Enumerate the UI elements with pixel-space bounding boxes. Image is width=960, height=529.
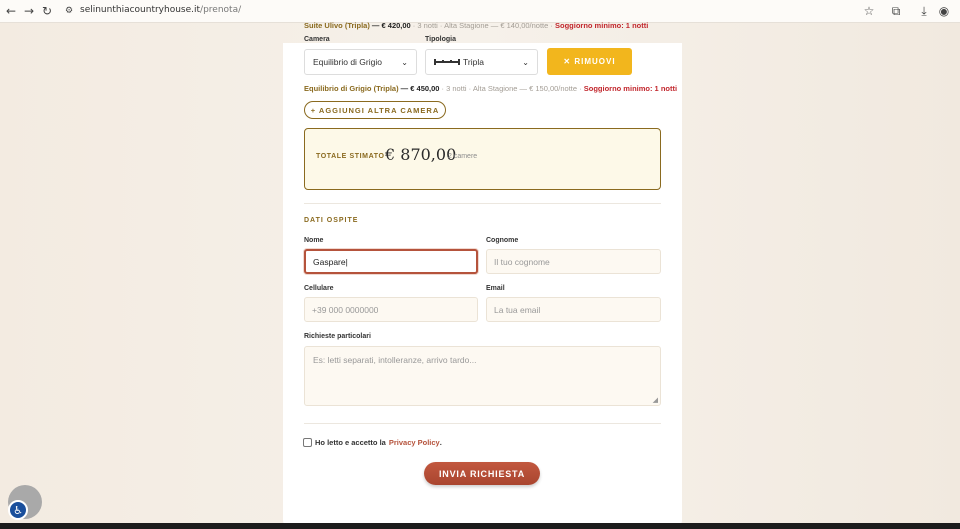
- cellulare-label: Cellulare: [304, 285, 334, 292]
- guest-section-title: DATI OSPITE: [304, 217, 359, 224]
- back-arrow-icon[interactable]: ←: [4, 4, 18, 18]
- divider: [304, 203, 661, 204]
- email-label: Email: [486, 285, 505, 292]
- bookmark-star-icon[interactable]: ☆: [862, 4, 876, 18]
- forward-arrow-icon[interactable]: →: [22, 4, 36, 18]
- browser-toolbar: ← → ↻ ⚙ selinunthiacountryhouse.it/preno…: [0, 0, 960, 23]
- submit-request-button[interactable]: INVIA RICHIESTA: [424, 462, 540, 485]
- chevron-down-icon: ⌄: [522, 57, 529, 67]
- url-domain: selinunthiacountryhouse.it: [80, 5, 201, 15]
- nome-label: Nome: [304, 237, 324, 244]
- richieste-placeholder: Es: letti separati, intolleranze, arrivo…: [313, 355, 477, 365]
- tipologia-select[interactable]: Tripla ⌄: [425, 49, 538, 75]
- extensions-icon[interactable]: ⧉: [889, 4, 903, 18]
- nome-input[interactable]: Gaspare |: [304, 249, 478, 274]
- camera-select-value: Equilibrio di Grigio: [313, 57, 382, 67]
- privacy-end: .: [439, 438, 442, 447]
- tipologia-select-content: Tripla: [434, 57, 484, 67]
- room-count: 2 camere: [448, 153, 478, 160]
- privacy-checkbox[interactable]: [303, 438, 312, 447]
- add-room-button[interactable]: + AGGIUNGI ALTRA CAMERA: [304, 101, 446, 119]
- remove-room-button[interactable]: ✕ RIMUOVI: [547, 48, 632, 75]
- download-icon[interactable]: ⤓: [917, 4, 931, 18]
- nome-input-value: Gaspare: [313, 256, 346, 267]
- chevron-down-icon: ⌄: [401, 57, 408, 67]
- page-background: [0, 23, 960, 528]
- text-cursor: |: [345, 256, 348, 267]
- tipologia-select-value: Tripla: [463, 57, 484, 67]
- cellulare-input[interactable]: +39 000 0000000: [304, 297, 478, 322]
- profile-icon[interactable]: ◉: [937, 4, 951, 18]
- bed-icon: [434, 59, 460, 65]
- room-nights: · 3 notti · Alta Stagione — € 150,00/not…: [439, 84, 584, 93]
- room-summary-line-1: Suite Ulivo (Tripla) — € 420,00 · 3 nott…: [304, 21, 648, 30]
- min-stay: Soggiorno minimo: 1 notti: [554, 21, 649, 30]
- cognome-input[interactable]: Il tuo cognome: [486, 249, 661, 274]
- privacy-policy-link[interactable]: Privacy Policy: [389, 438, 440, 447]
- tipologia-label: Tipologia: [425, 36, 456, 43]
- camera-label: Camera: [304, 36, 330, 43]
- email-input[interactable]: La tua email: [486, 297, 661, 322]
- min-stay: Soggiorno minimo: 1 notti: [583, 84, 678, 93]
- richieste-textarea[interactable]: Es: letti separati, intolleranze, arrivo…: [304, 346, 661, 406]
- privacy-consent: Ho letto e accetto la Privacy Policy.: [303, 438, 442, 447]
- camera-select[interactable]: Equilibrio di Grigio ⌄: [304, 49, 417, 75]
- room-sep: —: [398, 84, 411, 93]
- accessibility-icon[interactable]: ♿: [8, 500, 28, 520]
- url-path: /prenota/: [200, 5, 242, 15]
- accessibility-widget[interactable]: ♿: [8, 485, 42, 520]
- privacy-text: Ho letto e accetto la: [315, 438, 386, 447]
- room-price: € 450,00: [410, 84, 440, 93]
- room-sep: —: [369, 21, 382, 30]
- reload-icon[interactable]: ↻: [40, 4, 54, 18]
- cognome-label: Cognome: [486, 237, 519, 244]
- total-estimate-box: TOTALE STIMATO € 870,00 2 camere: [304, 128, 661, 190]
- divider: [304, 423, 661, 424]
- address-bar[interactable]: selinunthiacountryhouse.it/prenota/: [80, 5, 241, 15]
- total-value: € 870,00: [385, 145, 457, 164]
- bottom-bar: [0, 523, 960, 529]
- room-name: Equilibrio di Grigio (Tripla): [304, 84, 399, 93]
- room-summary-line-2: Equilibrio di Grigio (Tripla) — € 450,00…: [304, 84, 677, 93]
- room-nights: · 3 notti · Alta Stagione — € 140,00/not…: [410, 21, 555, 30]
- room-price: € 420,00: [381, 21, 411, 30]
- total-label: TOTALE STIMATO: [316, 153, 385, 160]
- site-settings-icon[interactable]: ⚙: [62, 4, 76, 18]
- richieste-label: Richieste particolari: [304, 333, 371, 340]
- room-name: Suite Ulivo (Tripla): [304, 21, 370, 30]
- resize-grip-icon[interactable]: ◢: [653, 396, 658, 404]
